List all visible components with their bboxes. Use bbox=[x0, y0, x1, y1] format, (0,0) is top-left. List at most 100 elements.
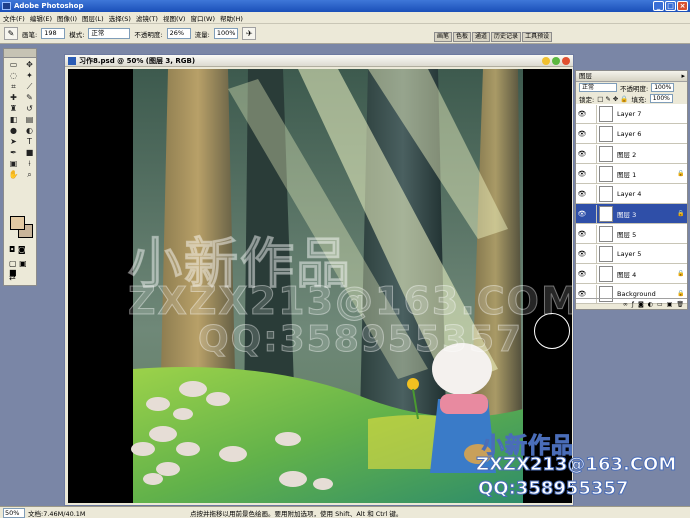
toolbox-grip[interactable] bbox=[4, 49, 36, 58]
layers-palette-header[interactable]: 图层 ▸ bbox=[576, 71, 687, 82]
minimize-button[interactable]: _ bbox=[653, 1, 664, 11]
layer-visibility-eye-icon[interactable]: 👁 bbox=[576, 150, 588, 158]
link-layers-icon[interactable]: ∞ bbox=[623, 299, 628, 309]
layer-visibility-eye-icon[interactable]: 👁 bbox=[576, 110, 588, 118]
layer-style-icon[interactable]: ƒ bbox=[632, 299, 634, 309]
foreground-color-swatch[interactable] bbox=[10, 216, 25, 230]
layer-link-icon[interactable] bbox=[588, 144, 597, 163]
layer-visibility-eye-icon[interactable]: 👁 bbox=[576, 130, 588, 138]
close-button[interactable]: × bbox=[677, 1, 688, 11]
opacity-field[interactable]: 26% bbox=[166, 28, 191, 39]
fill-field[interactable]: 100% bbox=[649, 94, 673, 103]
flow-field[interactable]: 100% bbox=[213, 28, 239, 39]
menu-view[interactable]: 视图(V) bbox=[163, 13, 186, 23]
layer-visibility-eye-icon[interactable]: 👁 bbox=[576, 270, 588, 278]
pen-tool-icon[interactable]: ✒ bbox=[6, 148, 21, 158]
layer-row[interactable]: 👁 图层 2 bbox=[576, 144, 687, 164]
palette-tab-history[interactable]: 历史记录 bbox=[491, 32, 522, 42]
shape-tool-icon[interactable]: ■ bbox=[22, 148, 37, 158]
palette-tab-channels[interactable]: 通道 bbox=[472, 32, 491, 42]
document-titlebar[interactable]: 习作8.psd @ 50% (图层 3, RGB) bbox=[65, 55, 573, 67]
menu-layer[interactable]: 图层(L) bbox=[82, 13, 104, 23]
clone-stamp-tool-icon[interactable]: ♜ bbox=[6, 104, 21, 114]
path-selection-tool-icon[interactable]: ➤ bbox=[6, 137, 21, 147]
layer-visibility-eye-icon[interactable]: 👁 bbox=[576, 170, 588, 178]
jump-to-imageready-icon[interactable]: ⇄ bbox=[9, 273, 16, 282]
zoom-field[interactable]: 50% bbox=[3, 507, 25, 518]
slice-tool-icon[interactable]: ⟋ bbox=[22, 82, 37, 92]
layer-row[interactable]: 👁 图层 3 🔒 bbox=[576, 204, 687, 224]
layer-name: Layer 4 bbox=[617, 189, 642, 198]
new-layer-icon[interactable]: ▣ bbox=[667, 299, 673, 309]
menu-file[interactable]: 文件(F) bbox=[3, 13, 25, 23]
layer-row[interactable]: 👁 图层 4 🔒 bbox=[576, 264, 687, 284]
marquee-tool-icon[interactable]: ▭ bbox=[6, 60, 21, 70]
eraser-tool-icon[interactable]: ◧ bbox=[6, 115, 21, 125]
brush-tool-icon[interactable]: ✎ bbox=[22, 93, 37, 103]
layer-mask-icon[interactable]: ◙ bbox=[638, 299, 644, 309]
airbrush-icon[interactable]: ✈ bbox=[242, 27, 257, 40]
lasso-tool-icon[interactable]: ◌ bbox=[6, 71, 21, 81]
palette-menu-icon[interactable]: ▸ bbox=[681, 71, 685, 82]
layer-row[interactable]: 👁 Layer 7 bbox=[576, 104, 687, 124]
doc-size-info[interactable]: 文档:7.46M/40.1M bbox=[28, 508, 148, 518]
hand-tool-icon[interactable]: ✋ bbox=[6, 170, 21, 180]
mode-select[interactable]: 正常 bbox=[88, 28, 131, 39]
layer-link-icon[interactable] bbox=[588, 204, 597, 223]
layer-opacity-field[interactable]: 100% bbox=[651, 83, 675, 92]
doc-minimize-button[interactable] bbox=[542, 57, 550, 65]
layers-blend-row: 正常 不透明度: 100% bbox=[576, 82, 687, 93]
brush-size-picker[interactable]: 198 bbox=[41, 28, 66, 39]
brush-tool-preset-icon[interactable]: ✎ bbox=[4, 27, 18, 40]
adjustment-layer-icon[interactable]: ◐ bbox=[648, 299, 653, 309]
layer-visibility-eye-icon[interactable]: 👁 bbox=[576, 210, 588, 218]
app-titlebar: Adobe Photoshop _ □ × bbox=[0, 0, 690, 12]
quick-mask-icon[interactable]: ◘ ◙ bbox=[9, 245, 26, 254]
crop-tool-icon[interactable]: ⌗ bbox=[6, 82, 21, 92]
layer-link-icon[interactable] bbox=[588, 244, 597, 263]
layer-visibility-eye-icon[interactable]: 👁 bbox=[576, 250, 588, 258]
blend-mode-select[interactable]: 正常 bbox=[579, 83, 617, 92]
lock-icons[interactable]: □ ✎ ✥ 🔒 bbox=[597, 95, 628, 103]
layer-link-icon[interactable] bbox=[588, 104, 597, 123]
layer-visibility-eye-icon[interactable]: 👁 bbox=[576, 290, 588, 298]
layer-link-icon[interactable] bbox=[588, 164, 597, 183]
eyedropper-tool-icon[interactable]: ⟊ bbox=[22, 159, 37, 169]
move-tool-icon[interactable]: ✥ bbox=[22, 60, 37, 70]
delete-layer-icon[interactable]: 🗑 bbox=[676, 299, 684, 309]
blur-tool-icon[interactable]: ● bbox=[6, 126, 21, 136]
palette-tab-tool-presets[interactable]: 工具预设 bbox=[522, 32, 553, 42]
gradient-tool-icon[interactable]: ▤ bbox=[22, 115, 37, 125]
layer-visibility-eye-icon[interactable]: 👁 bbox=[576, 190, 588, 198]
magic-wand-tool-icon[interactable]: ✦ bbox=[22, 71, 37, 81]
layer-link-icon[interactable] bbox=[588, 224, 597, 243]
layer-row[interactable]: 👁 Layer 4 bbox=[576, 184, 687, 204]
menu-edit[interactable]: 编辑(E) bbox=[30, 13, 52, 23]
layers-tab[interactable]: 图层 bbox=[579, 72, 592, 80]
menu-filter[interactable]: 滤镜(T) bbox=[136, 13, 158, 23]
palette-tab-swatches[interactable]: 色板 bbox=[453, 32, 472, 42]
layer-link-icon[interactable] bbox=[588, 124, 597, 143]
layer-link-icon[interactable] bbox=[588, 184, 597, 203]
palette-tab-brushes[interactable]: 画笔 bbox=[434, 32, 453, 42]
menu-select[interactable]: 选择(S) bbox=[109, 13, 131, 23]
new-group-icon[interactable]: ▭ bbox=[657, 299, 663, 309]
layer-visibility-eye-icon[interactable]: 👁 bbox=[576, 230, 588, 238]
doc-close-button[interactable] bbox=[562, 57, 570, 65]
menu-window[interactable]: 窗口(W) bbox=[190, 13, 215, 23]
layer-row[interactable]: 👁 图层 1 🔒 bbox=[576, 164, 687, 184]
layer-link-icon[interactable] bbox=[588, 264, 597, 283]
dodge-tool-icon[interactable]: ◐ bbox=[22, 126, 37, 136]
zoom-tool-icon[interactable]: ⌕ bbox=[22, 170, 37, 180]
maximize-button[interactable]: □ bbox=[665, 1, 676, 11]
layer-row[interactable]: 👁 图层 5 bbox=[576, 224, 687, 244]
type-tool-icon[interactable]: T bbox=[22, 137, 37, 147]
history-brush-tool-icon[interactable]: ↺ bbox=[22, 104, 37, 114]
layer-row[interactable]: 👁 Layer 6 bbox=[576, 124, 687, 144]
notes-tool-icon[interactable]: ▣ bbox=[6, 159, 21, 169]
healing-brush-tool-icon[interactable]: ✚ bbox=[6, 93, 21, 103]
menu-help[interactable]: 帮助(H) bbox=[220, 13, 243, 23]
doc-maximize-button[interactable] bbox=[552, 57, 560, 65]
layer-row[interactable]: 👁 Layer 5 bbox=[576, 244, 687, 264]
menu-image[interactable]: 图像(I) bbox=[57, 13, 77, 23]
